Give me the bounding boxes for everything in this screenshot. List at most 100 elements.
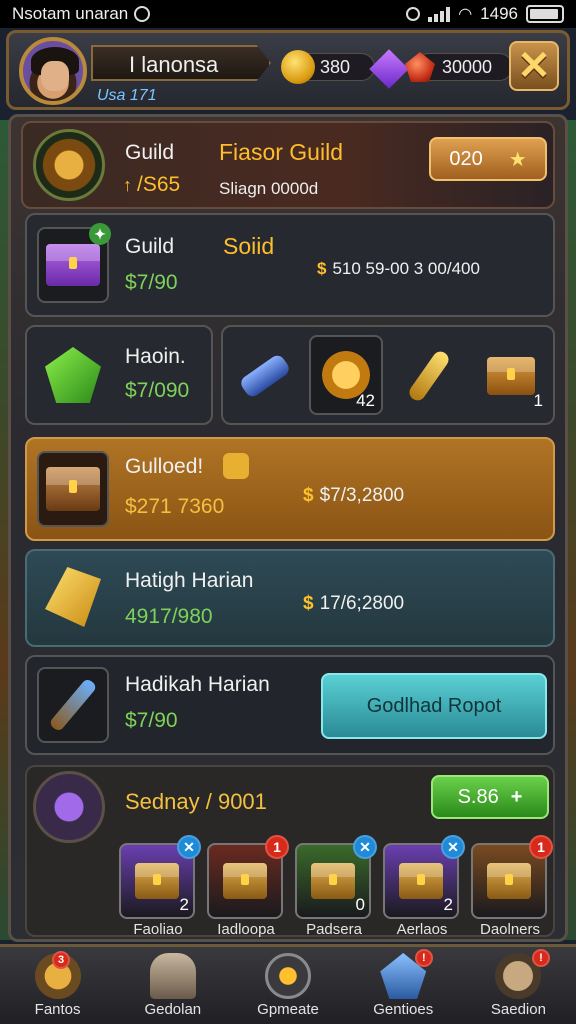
purple-chest-icon [46,244,100,286]
player-avatar[interactable] [19,37,87,105]
offer-4-label: Hatigh Harian [125,569,254,592]
offer-hadikah-harian: Hadikah Harian $7/90 Godlhad Ropot [25,655,555,755]
bundle-chest-icon [311,863,355,899]
offer-3-icon-box [37,451,109,527]
offer-1-price: $7/90 [125,271,178,294]
offer-2-label: Haoin. [125,345,186,368]
offer-1-total: $ 510 59-00 3 00/400 [317,259,480,279]
plus-icon: + [510,785,523,808]
bundle-item-label: Faoliao [133,921,183,938]
scroll-icon [238,352,292,400]
bundle-item[interactable]: ✕ 0 Padsera [295,835,377,938]
bundle-item-badge-icon: 1 [529,835,553,859]
gold-bag-icon [223,453,249,479]
guild-name: Fiasor Guild [219,139,343,165]
bundle-chest-icon [399,863,443,899]
item-scroll[interactable] [229,337,301,415]
bundle-item-count: 0 [355,895,365,914]
bottom-nav: 3 Fantos Gedolan Gpmeate ! Gentioes ! Sa… [0,944,576,1024]
item-golden-key[interactable] [393,337,465,415]
nav-gedolan[interactable]: Gedolan [115,947,230,1024]
guild-card: Guild Fiasor Guild ↑ /S65 Sliagn 0000d 0… [21,121,555,209]
bundle-buy-button[interactable]: S.86 + [431,775,549,819]
nav-saedion[interactable]: ! Saedion [461,947,576,1024]
close-button[interactable]: ✕ [509,41,559,91]
status-bar: Nsotam unaran ◠ 1496 [0,0,576,28]
nav-fantos-label: Fantos [34,1001,81,1018]
gold-crystal-icon [45,567,101,627]
close-icon: ✕ [517,44,551,88]
avatar-face [41,61,69,91]
offer-3-total-text: $7/3,2800 [319,485,405,506]
coin-counter[interactable]: 380 [281,50,375,84]
item-chest[interactable]: 1 [475,337,547,415]
notification-icon [134,6,151,22]
bundle-item[interactable]: ✕ 2 Faoliao [119,835,201,938]
nav-gpmeate[interactable]: Gpmeate [230,947,345,1024]
nav-fantos-badge: 3 [52,951,70,969]
guild-sub-detail: Sliagn 0000d [219,179,319,198]
nav-fantos[interactable]: 3 Fantos [0,947,115,1024]
item-sun-medal[interactable]: 42 [309,335,383,415]
guild-sub-value: /S65 [137,173,181,196]
ruby-counter[interactable]: 30000 [405,51,513,83]
bundle-chest-icon [223,863,267,899]
item-chest-count: 1 [533,391,543,410]
bundle-chest-icon [135,863,179,899]
guild-button-label: 020 [449,147,483,170]
nav-gentioes[interactable]: ! Gentioes [346,947,461,1024]
offer-1-label: Guild [125,235,175,258]
bundle-item-label: Padsera [306,921,362,938]
offer-5-button-label: Godlhad Ropot [366,694,502,717]
guild-label: Guild [125,141,175,164]
wifi-icon: ◠ [458,6,473,23]
bundle-item-label: Daolners [479,921,541,938]
offer-2-items: 42 1 [221,325,555,425]
character-icon [149,953,196,999]
offer-5-action-button[interactable]: Godlhad Ropot [321,673,547,739]
offer-3-total: $ $7/3,2800 [303,485,404,507]
bundle-items: ✕ 2 Faoliao 1 Iadloopa ✕ 0 Padsera ✕ 2 Aerlaos 1 Dao… [119,835,553,938]
offer-haoin[interactable]: Haoin. $7/090 [25,325,213,425]
plus-badge-icon: ✦ [89,223,111,245]
shop-panel: Guild Fiasor Guild ↑ /S65 Sliagn 0000d 0… [8,114,568,942]
bundle-item[interactable]: 1 Iadloopa [207,835,289,938]
signal-icon [428,6,451,22]
bundle-item[interactable]: 1 Daolners [471,835,553,938]
dollar-icon: $ [317,259,327,278]
ruby-value: 30000 [442,56,493,77]
star-icon: ★ [508,148,527,171]
status-right: ◠ 1496 [406,4,564,24]
offer-gulloed[interactable]: Gulloed! $271 7360 $ $7/3,2800 [25,437,555,541]
battery-icon [526,5,564,23]
nav-saedion-label: Saedion [490,1001,546,1018]
offer-5-icon-box [37,667,109,743]
nav-gpmeate-label: Gpmeate [257,1001,319,1018]
carrier-text: Nsotam unaran [12,4,129,23]
bundle-item-badge-icon: ✕ [441,835,465,859]
bundle-offer: Sednay / 9001 S.86 + ✕ 2 Faoliao 1 Iadloopa ✕… [25,765,555,938]
bundle-item[interactable]: ✕ 2 Aerlaos [383,835,465,938]
wand-icon [48,677,98,733]
item-sun-medal-count: 42 [356,391,375,410]
offer-3-label: Gulloed! [125,455,204,478]
offer-2-price: $7/090 [125,379,190,402]
guild-action-button[interactable]: 020 ★ [429,137,547,181]
bundle-chest-icon [487,863,531,899]
player-header: I lanonsa Usa 171 380 30000 ✕ [6,30,570,110]
treasure-chest-icon [46,467,100,511]
offer-hatigh-harian[interactable]: Hatigh Harian 4917/980 $ 17/6;2800 [25,549,555,647]
bundle-button-label: S.86 [457,785,499,808]
coin-icon [281,50,315,84]
dollar-icon: $ [303,593,314,614]
bundle-item-badge-icon: ✕ [177,835,201,859]
alarm-icon [406,7,421,21]
bundle-item-badge-icon: 1 [265,835,289,859]
bundle-item-count: 2 [179,895,189,914]
offer-4-total: $ 17/6;2800 [303,593,404,615]
gold-chest-icon [487,357,535,395]
offer-guild-soiid[interactable]: ✦ Guild Soiid $7/90 $ 510 59-00 3 00/400 [25,213,555,317]
player-level: Usa 171 [97,87,157,104]
nav-gentioes-badge-icon: ! [414,949,433,967]
green-gem-icon [45,347,101,403]
